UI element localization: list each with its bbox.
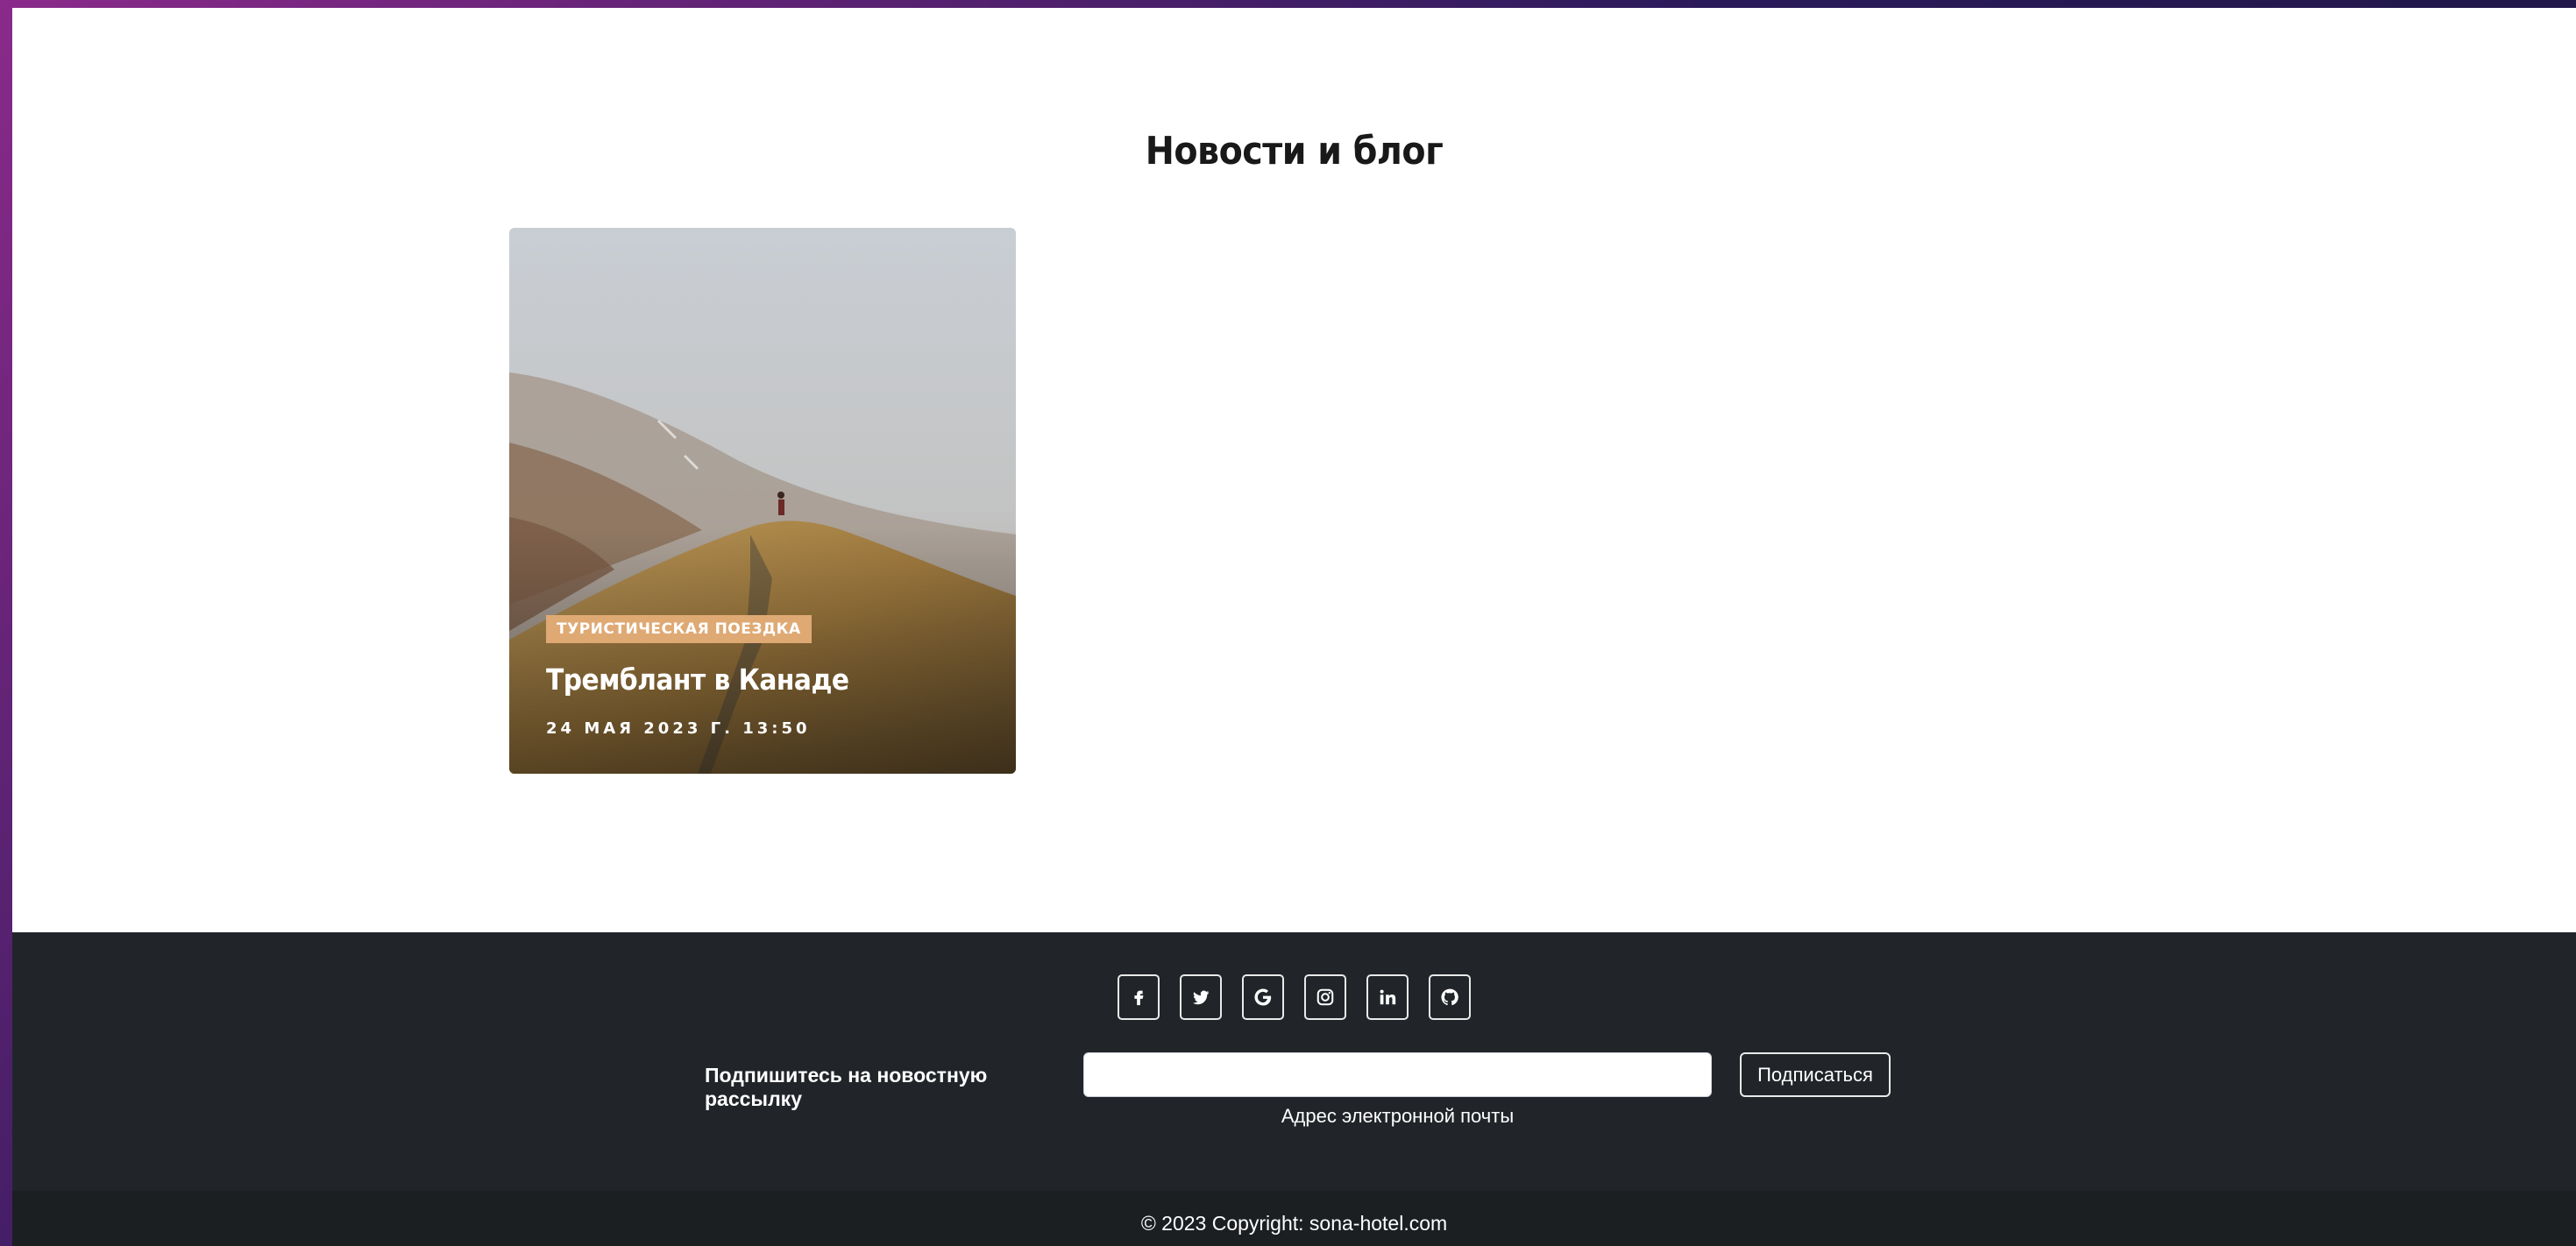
- instagram-button[interactable]: [1304, 974, 1346, 1020]
- copyright-text: © 2023 Copyright: sona-hotel.com: [1140, 1212, 1448, 1235]
- social-links: [12, 974, 2576, 1020]
- blog-card-tag[interactable]: ТУРИСТИЧЕСКАЯ ПОЕЗДКА: [546, 615, 812, 643]
- browser-viewport: Новости и блог ТУРИСТИЧЕСКАЯ ПОЕЗДКА Тре…: [12, 8, 2576, 1246]
- blog-card-title[interactable]: Тремблант в Канаде: [546, 662, 998, 697]
- blog-card-content: ТУРИСТИЧЕСКАЯ ПОЕЗДКА Тремблант в Канаде…: [546, 615, 998, 738]
- google-button[interactable]: [1242, 974, 1284, 1020]
- copyright-bar: © 2023 Copyright: sona-hotel.com: [12, 1191, 2576, 1246]
- linkedin-button[interactable]: [1366, 974, 1409, 1020]
- twitter-icon: [1192, 990, 1210, 1005]
- footer: Подпишитесь на новостную рассылку Адрес …: [12, 932, 2576, 1191]
- blog-section: Новости и блог ТУРИСТИЧЕСКАЯ ПОЕЗДКА Тре…: [12, 8, 2576, 932]
- email-help-text: Адрес электронной почты: [1281, 1105, 1515, 1127]
- blog-card[interactable]: ТУРИСТИЧЕСКАЯ ПОЕЗДКА Тремблант в Канаде…: [509, 228, 1016, 774]
- section-title: Новости и блог: [1145, 129, 1444, 173]
- github-button[interactable]: [1429, 974, 1471, 1020]
- twitter-button[interactable]: [1180, 974, 1222, 1020]
- facebook-button[interactable]: [1118, 974, 1160, 1020]
- linkedin-icon: [1380, 989, 1396, 1005]
- instagram-icon: [1316, 988, 1334, 1006]
- blog-card-date: 24 МАЯ 2023 Г. 13:50: [546, 719, 811, 738]
- github-icon: [1441, 988, 1458, 1006]
- facebook-icon: [1134, 990, 1144, 1006]
- newsletter-label: Подпишитесь на новостную рассылку: [705, 1064, 988, 1110]
- email-input[interactable]: [1083, 1052, 1712, 1097]
- subscribe-button[interactable]: Подписаться: [1740, 1052, 1891, 1097]
- google-icon: [1254, 988, 1272, 1006]
